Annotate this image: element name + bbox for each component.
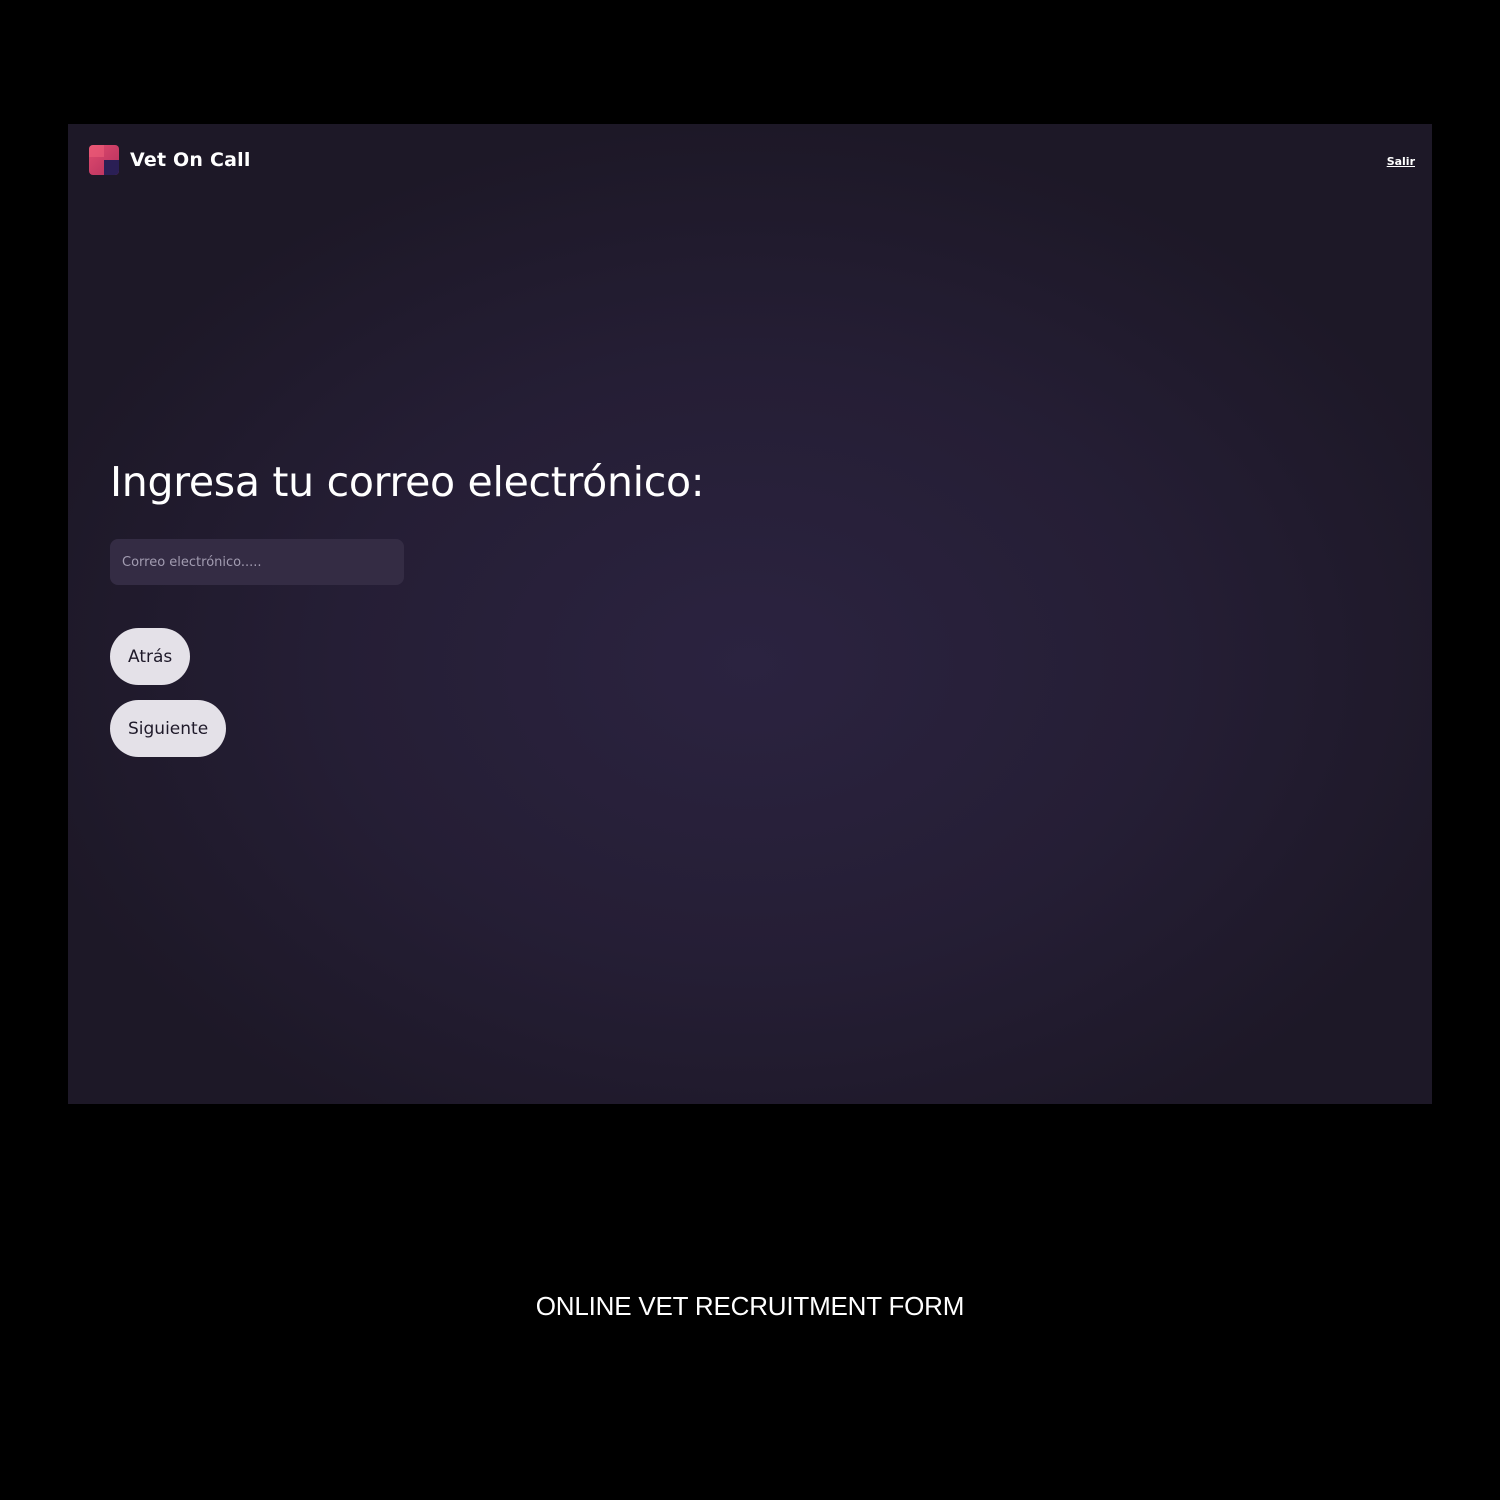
exit-link[interactable]: Salir <box>1387 155 1415 168</box>
page-title: Ingresa tu correo electrónico: <box>110 458 705 506</box>
caption: ONLINE VET RECRUITMENT FORM <box>535 1291 965 1321</box>
brand-name: Vet On Call <box>130 149 251 171</box>
brand[interactable]: Vet On Call <box>89 145 251 175</box>
vet-on-call-logo-icon <box>89 145 119 175</box>
email-input[interactable] <box>110 539 404 585</box>
app-screen: Vet On Call Salir Ingresa tu correo elec… <box>68 124 1432 1104</box>
back-button[interactable]: Atrás <box>110 628 191 685</box>
next-button[interactable]: Siguiente <box>110 700 227 757</box>
